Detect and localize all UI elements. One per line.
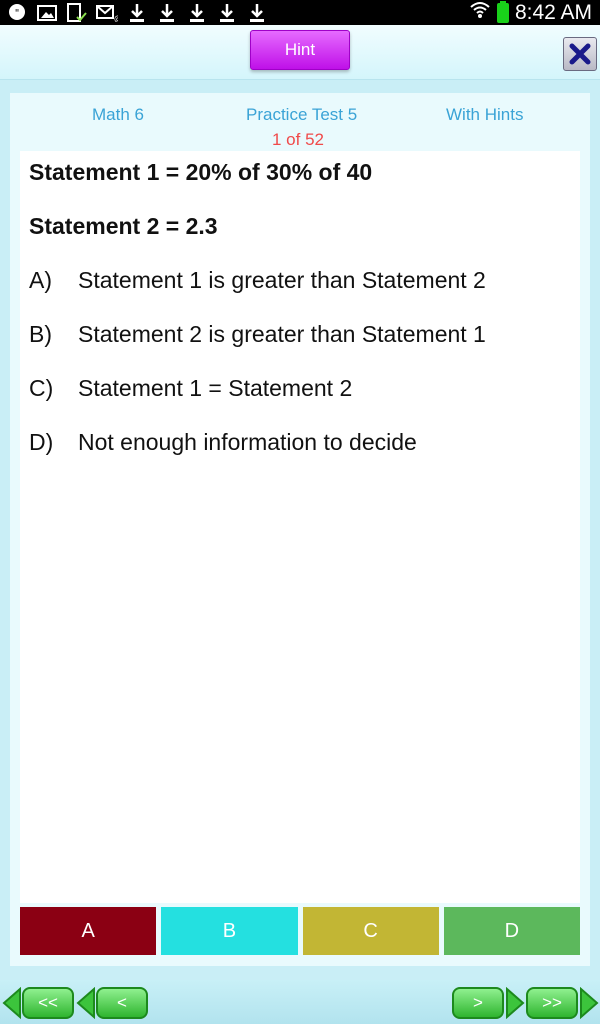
option-letter: B) — [29, 321, 52, 347]
previous-question-button[interactable]: < — [96, 987, 148, 1019]
download-icon — [246, 3, 268, 23]
option-letter: A) — [29, 267, 52, 293]
right-arrow-icon — [506, 987, 525, 1019]
clock: 8:42 AM — [514, 0, 592, 24]
answer-c-button[interactable]: C — [302, 907, 439, 955]
subject-label: Math 6 — [92, 105, 144, 124]
top-toolbar: Hint — [0, 25, 600, 80]
hangouts-icon: " — [6, 3, 28, 23]
document-check-icon — [66, 3, 88, 23]
option-text: Statement 1 = Statement 2 — [78, 375, 353, 401]
wifi-icon — [469, 0, 491, 25]
test-name-label: Practice Test 5 — [246, 105, 358, 124]
status-right: 8:42 AM — [469, 0, 592, 25]
option-b: B) Statement 2 is greater than Statement… — [29, 321, 486, 348]
option-text: Statement 1 is greater than Statement 2 — [78, 267, 486, 293]
option-text: Not enough information to decide — [78, 429, 417, 455]
email-icon: @ — [96, 3, 118, 23]
first-question-button[interactable]: << — [22, 987, 74, 1019]
right-arrow-icon — [580, 987, 599, 1019]
option-text: Statement 2 is greater than Statement 1 — [78, 321, 486, 347]
battery-icon — [496, 0, 509, 23]
next-question-button[interactable]: > — [452, 987, 504, 1019]
bottom-navigation: << < > >> — [0, 980, 600, 1024]
left-arrow-icon — [2, 987, 21, 1019]
answer-d-button[interactable]: D — [443, 907, 580, 955]
question-counter: 1 of 52 — [272, 130, 324, 149]
mode-label: With Hints — [446, 105, 524, 124]
hint-button[interactable]: Hint — [250, 30, 350, 70]
gallery-icon — [36, 3, 58, 23]
close-button[interactable] — [563, 37, 597, 71]
question-content: Statement 1 = 20% of 30% of 40 Statement… — [20, 151, 580, 903]
svg-text:": " — [15, 8, 20, 19]
svg-text:@: @ — [114, 14, 118, 22]
option-c: C) Statement 1 = Statement 2 — [29, 375, 352, 402]
last-question-button[interactable]: >> — [526, 987, 578, 1019]
download-icon — [186, 3, 208, 23]
answer-buttons: A B C D — [20, 907, 580, 955]
status-bar: " @ 8:42 AM — [0, 0, 600, 25]
test-header: Math 6 Practice Test 5 With Hints 1 of 5… — [10, 93, 590, 149]
option-letter: C) — [29, 375, 54, 401]
question-panel: Math 6 Practice Test 5 With Hints 1 of 5… — [10, 93, 590, 966]
download-icon — [156, 3, 178, 23]
close-x-icon — [569, 43, 591, 65]
statement-2: Statement 2 = 2.3 — [29, 213, 218, 239]
download-icon — [126, 3, 148, 23]
option-a: A) Statement 1 is greater than Statement… — [29, 267, 486, 294]
left-arrow-icon — [76, 987, 95, 1019]
answer-b-button[interactable]: B — [161, 907, 298, 955]
option-d: D) Not enough information to decide — [29, 429, 417, 456]
option-letter: D) — [29, 429, 54, 455]
notification-icons: " @ — [6, 2, 268, 24]
answer-a-button[interactable]: A — [20, 907, 157, 955]
statement-1: Statement 1 = 20% of 30% of 40 — [29, 159, 373, 185]
download-icon — [216, 3, 238, 23]
